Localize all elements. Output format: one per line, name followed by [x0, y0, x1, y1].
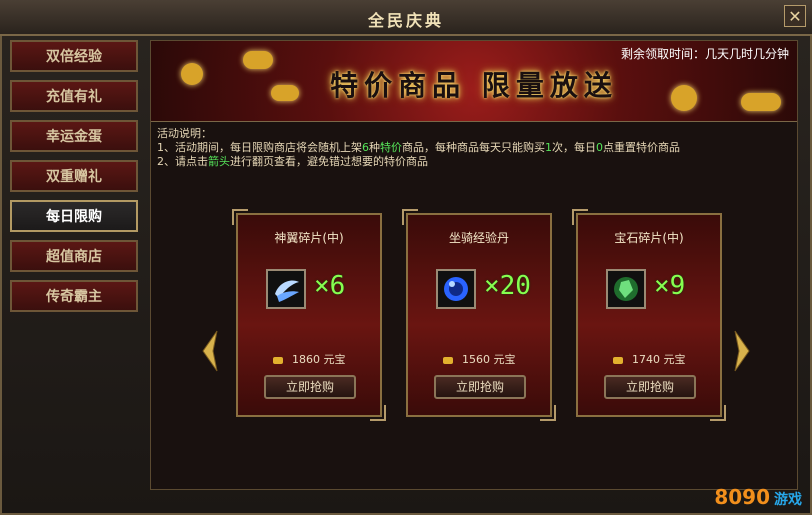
buy-now-button[interactable]: 立即抢购	[434, 375, 526, 399]
sidebar-item-lucky-egg[interactable]: 幸运金蛋	[10, 120, 138, 152]
sidebar-item-daily-limited[interactable]: 每日限购	[10, 200, 138, 232]
item-card: 宝石碎片(中) ×9 1740 元宝 立即抢购	[572, 209, 726, 421]
item-quantity: ×6	[314, 271, 346, 301]
watermark-suffix: 游戏	[774, 492, 802, 508]
sidebar-item-legend-overlord[interactable]: 传奇霸主	[10, 280, 138, 312]
item-price: 1860 元宝	[238, 351, 380, 367]
sidebar-item-double-gift[interactable]: 双重赠礼	[10, 160, 138, 192]
activity-description: 活动说明： 1、活动期间，每日限购商店将会随机上架6种特价商品，每种商品每天只能…	[157, 127, 787, 169]
title-bar: 全民庆典 ✕	[0, 0, 812, 36]
item-name: 坐骑经验丹	[448, 231, 509, 245]
item-card: 坐骑经验丹 ×20 1560 元宝 立即抢购	[402, 209, 556, 421]
sidebar-item-value-shop[interactable]: 超值商店	[10, 240, 138, 272]
promo-banner: 剩余领取时间：几天几时几分钟 特价商品 限量放送	[151, 41, 797, 122]
item-name: 宝石碎片(中)	[614, 231, 684, 245]
window-title: 全民庆典	[367, 11, 444, 30]
item-quantity: ×9	[654, 271, 686, 301]
buy-now-button[interactable]: 立即抢购	[604, 375, 696, 399]
item-quantity: ×20	[484, 271, 531, 301]
item-price: 1740 元宝	[578, 351, 720, 367]
description-heading: 活动说明：	[157, 127, 212, 140]
description-line-2: 2、请点击箭头进行翻页查看，避免错过想要的特价商品	[157, 155, 428, 168]
gem-shard-icon[interactable]	[606, 269, 646, 309]
wing-shard-icon[interactable]	[266, 269, 306, 309]
mount-exp-pill-icon[interactable]	[436, 269, 476, 309]
buy-now-button[interactable]: 立即抢购	[264, 375, 356, 399]
watermark-logo: 8090 游戏	[714, 485, 802, 509]
description-line-1: 1、活动期间，每日限购商店将会随机上架6种特价商品，每种商品每天只能购买1次，每…	[157, 141, 680, 154]
ingot-icon	[612, 356, 623, 364]
item-name: 神翼碎片(中)	[274, 231, 344, 245]
banner-headline: 特价商品 限量放送	[330, 69, 618, 102]
main-panel: 剩余领取时间：几天几时几分钟 特价商品 限量放送 活动说明： 1、活动期间，每日…	[150, 40, 798, 490]
next-page-arrow[interactable]	[733, 329, 751, 373]
ingot-icon	[442, 356, 453, 364]
sidebar-item-recharge-gift[interactable]: 充值有礼	[10, 80, 138, 112]
prev-page-arrow[interactable]	[201, 329, 219, 373]
close-button[interactable]: ✕	[784, 5, 806, 27]
sidebar-item-double-exp[interactable]: 双倍经验	[10, 40, 138, 72]
item-card: 神翼碎片(中) ×6 1860 元宝 立即抢购	[232, 209, 386, 421]
activity-sidebar: 双倍经验 充值有礼 幸运金蛋 双重赠礼 每日限购 超值商店 传奇霸主	[10, 40, 140, 450]
item-price: 1560 元宝	[408, 351, 550, 367]
remaining-time: 剩余领取时间：几天几时几分钟	[620, 47, 789, 61]
watermark-brand: 8090	[714, 485, 770, 509]
ingot-icon	[272, 356, 283, 364]
